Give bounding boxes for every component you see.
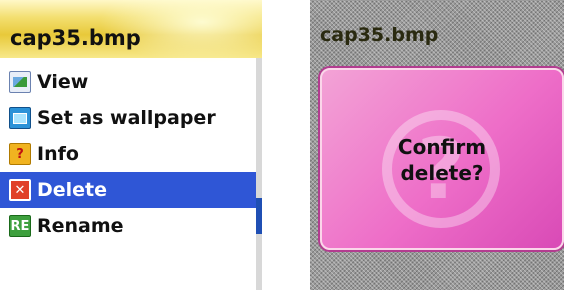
delete-icon: ✕ [9, 179, 31, 201]
menu-item-label: Set as wallpaper [37, 107, 216, 129]
menu-item-label: Info [37, 143, 79, 165]
menu-item-set-as-wallpaper[interactable]: Set as wallpaper [0, 100, 256, 136]
options-screen: cap35.bmp View Set as wallpaper ? Info ✕… [0, 0, 262, 290]
menu-item-rename[interactable]: RE Rename [0, 208, 256, 244]
file-title: cap35.bmp [320, 24, 439, 46]
scrollbar[interactable] [256, 58, 262, 290]
dialog-message-line-1: Confirm [397, 135, 487, 159]
file-title: cap35.bmp [10, 26, 141, 50]
scrollbar-thumb[interactable] [256, 198, 262, 234]
dialog-message-line-2: delete? [400, 161, 484, 185]
menu-item-info[interactable]: ? Info [0, 136, 256, 172]
menu-item-label: Delete [37, 179, 108, 201]
dialog-message: Confirm delete? [322, 134, 562, 186]
image-icon [9, 71, 31, 93]
rename-icon: RE [9, 215, 31, 237]
menu-item-label: View [37, 71, 89, 93]
confirm-delete-dialog[interactable]: ? Confirm delete? [320, 68, 564, 250]
menu-item-view[interactable]: View [0, 64, 256, 100]
menu-item-label: Rename [37, 215, 124, 237]
wallpaper-icon [9, 107, 31, 129]
title-bar: cap35.bmp [0, 0, 262, 70]
menu-item-delete[interactable]: ✕ Delete [0, 172, 256, 208]
info-icon: ? [9, 143, 31, 165]
confirm-screen: cap35.bmp ? Confirm delete? [310, 0, 564, 290]
options-menu: View Set as wallpaper ? Info ✕ Delete RE… [0, 64, 256, 244]
